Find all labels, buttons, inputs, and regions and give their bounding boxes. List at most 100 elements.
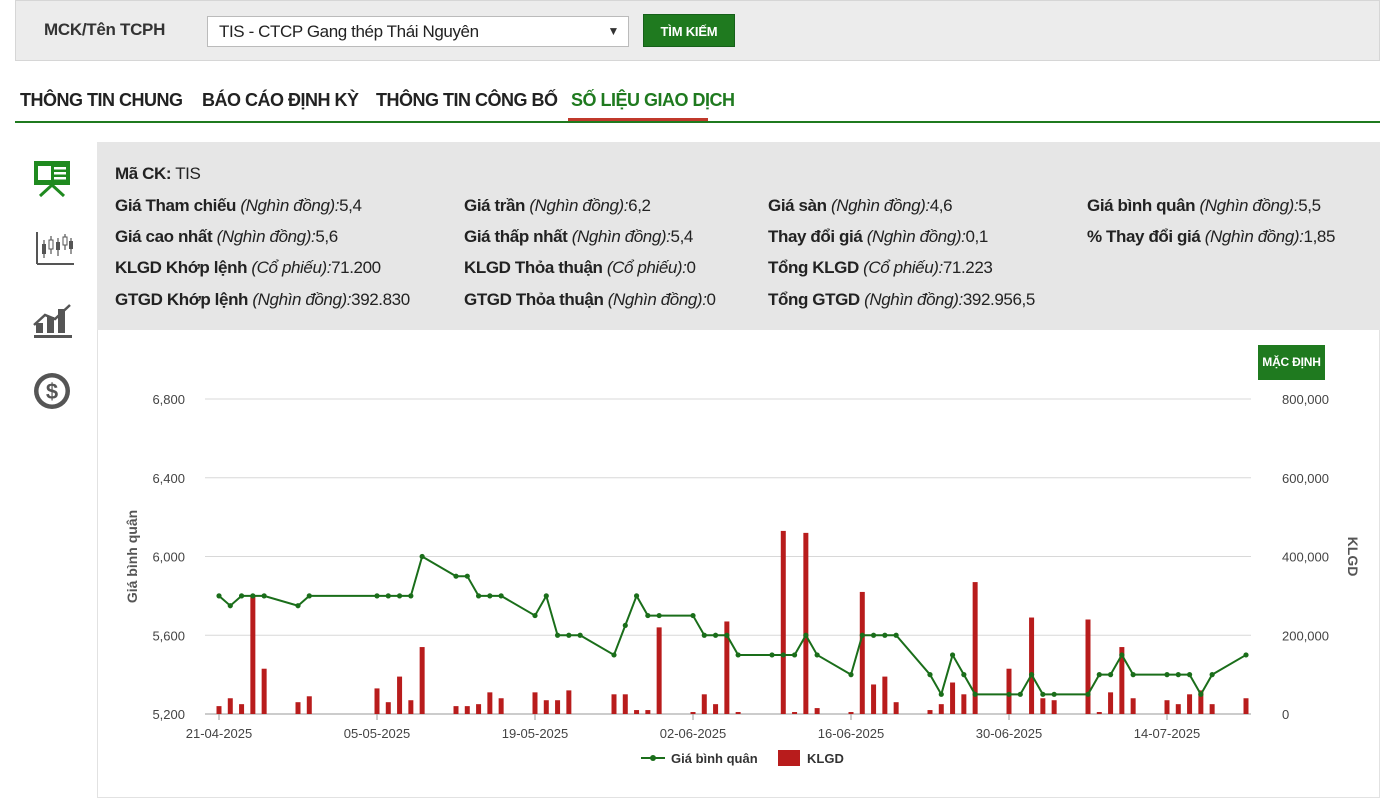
volume-bar (1187, 694, 1193, 714)
tab-trading-data[interactable]: SỐ LIỆU GIAO DỊCH (571, 90, 735, 111)
y-left-axis-title: Giá bình quân (124, 510, 140, 603)
volume-bar (1130, 698, 1136, 714)
y-left-tick-label: 6,400 (152, 471, 185, 486)
volume-bar (871, 684, 877, 714)
volume-bar (216, 706, 222, 714)
chart-container: MẶC ĐỊNH 5,200 5,600 6,000 6,400 6,800 0 200,0… (97, 330, 1380, 798)
avg-price-point (803, 632, 809, 638)
company-select[interactable]: TIS - CTCP Gang thép Thái Nguyên ▼ (207, 16, 629, 47)
avg-price-point (374, 593, 380, 599)
volume-bar (713, 704, 719, 714)
avg-price-point (216, 593, 222, 599)
avg-price-point (295, 603, 301, 609)
tab-periodic-reports[interactable]: BÁO CÁO ĐỊNH KỲ (202, 90, 359, 111)
avg-price-point (735, 652, 741, 658)
volume-bar (1029, 617, 1035, 714)
x-tick-label: 30-06-2025 (976, 726, 1043, 741)
avg-price-point (1085, 691, 1091, 697)
trading-info-panel: Mã CK: TIS Giá Tham chiếu (Nghìn đồng):5… (97, 142, 1380, 330)
chevron-down-icon: ▼ (607, 24, 620, 38)
tab-disclosures[interactable]: THÔNG TIN CÔNG BỐ (376, 90, 558, 111)
avg-price-point (769, 652, 775, 658)
match-volume: KLGD Khớp lệnh (Cổ phiếu):71.200 (115, 258, 381, 277)
avg-price-point (1186, 672, 1193, 678)
avg-price-point (487, 593, 493, 599)
avg-price-point (1040, 691, 1046, 697)
volume-bar (634, 710, 640, 714)
ref-price: Giá Tham chiếu (Nghìn đồng):5,4 (115, 196, 362, 215)
x-tick-label: 16-06-2025 (818, 726, 885, 741)
y-left-tick-label: 6,000 (152, 550, 185, 565)
avg-price-point (1006, 691, 1012, 697)
dollar-icon[interactable]: $ (28, 370, 76, 412)
legend-bar-marker (778, 750, 800, 766)
avg-price-point (250, 593, 256, 599)
volume-bar (476, 704, 482, 714)
volume-bar (1051, 700, 1057, 714)
volume-bar (859, 591, 865, 714)
total-volume: Tổng KLGD (Cổ phiếu):71.223 (768, 258, 993, 277)
avg-price-point (1107, 672, 1114, 678)
avg-price-point (611, 652, 617, 658)
volume-bar (938, 704, 944, 714)
deal-value: GTGD Thỏa thuận (Nghìn đồng):0 (464, 290, 716, 309)
price-volume-chart: 5,200 5,600 6,000 6,400 6,800 0 200,000 400,000… (124, 392, 1361, 766)
y-right-axis-title: KLGD (1345, 537, 1361, 577)
avg-price-point (554, 632, 561, 638)
y-left-tick-label: 5,200 (152, 707, 185, 722)
avg-price-point (238, 593, 245, 599)
avg-price: Giá bình quân (Nghìn đồng):5,5 (1087, 196, 1321, 215)
y-right-tick-label: 400,000 (1282, 550, 1329, 565)
volume-bar (543, 700, 549, 714)
avg-price-point (622, 622, 628, 629)
price-change: Thay đổi giá (Nghìn đồng):0,1 (768, 227, 988, 246)
tab-general-info[interactable]: THÔNG TIN CHUNG (20, 90, 183, 111)
avg-price-point (882, 632, 888, 638)
x-tick-label: 14-07-2025 (1134, 726, 1201, 741)
volume-bar (1164, 700, 1170, 714)
x-tick-label: 21-04-2025 (186, 726, 253, 741)
avg-price-point (690, 612, 696, 619)
avg-price-point (972, 691, 978, 697)
volume-bar (532, 692, 538, 714)
search-button[interactable]: TÌM KIẾM (643, 14, 735, 47)
avg-price-point (543, 593, 549, 599)
x-tick-label: 02-06-2025 (660, 726, 727, 741)
volume-bar (780, 530, 786, 714)
presentation-icon[interactable] (28, 158, 76, 200)
svg-text:$: $ (46, 379, 58, 404)
high-price: Giá cao nhất (Nghìn đồng):5,6 (115, 227, 338, 246)
avg-price-point (949, 652, 956, 658)
avg-price-point (453, 573, 459, 579)
reset-default-button[interactable]: MẶC ĐỊNH (1258, 345, 1325, 380)
bar-chart-icon[interactable] (28, 299, 76, 341)
volume-bar (385, 702, 391, 714)
volume-bar (295, 702, 301, 714)
match-value: GTGD Khớp lệnh (Nghìn đồng):392.830 (115, 290, 410, 309)
avg-price-point (464, 573, 470, 579)
volume-bar (408, 700, 414, 714)
avg-price-point (780, 652, 786, 658)
legend-volume: KLGD (807, 751, 844, 766)
avg-price-point (1198, 691, 1204, 697)
volume-bar (690, 712, 696, 714)
volume-bar (498, 698, 504, 714)
legend-avg-price: Giá bình quân (671, 751, 758, 766)
volume-bar (803, 532, 809, 714)
avg-price-point (870, 632, 877, 638)
volume-bar (1096, 712, 1102, 714)
avg-price-point (961, 672, 967, 678)
avg-price-point (893, 632, 899, 638)
x-tick-label: 19-05-2025 (502, 726, 569, 741)
avg-price-point (1130, 672, 1136, 678)
x-tick-label: 05-05-2025 (344, 726, 411, 741)
volume-bar (622, 694, 628, 714)
y-right-tick-label: 0 (1282, 707, 1289, 722)
volume-bar (1006, 668, 1012, 714)
volume-bar (250, 595, 256, 714)
legend-line-dot (650, 755, 656, 761)
active-tab-indicator (568, 118, 708, 121)
volume-bar (239, 704, 245, 714)
candlestick-chart-icon[interactable] (28, 228, 76, 270)
volume-bar (464, 706, 470, 714)
